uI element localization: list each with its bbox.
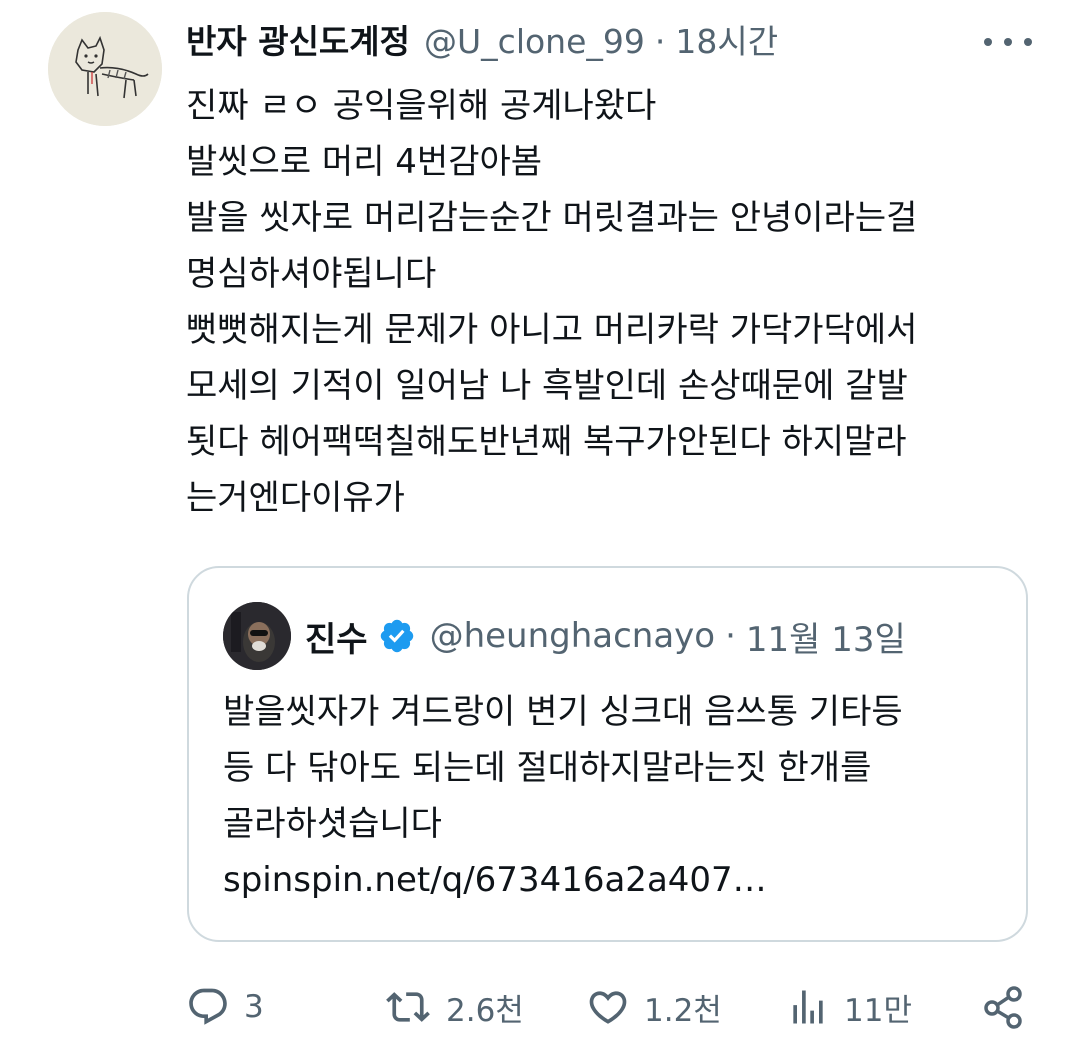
author-avatar[interactable] <box>48 12 162 126</box>
tweet-header: 반자 광신도계정 @U_clone_99 · 18시간 <box>186 14 778 70</box>
quoted-link[interactable]: spinspin.net/q/673416a2a407… <box>223 852 1013 908</box>
quoted-tweet-header: 진수 @heunghacnayo · 11월 13일 <box>305 608 906 664</box>
tweet-text-line: 진짜 ㄹㅇ 공익을위해 공계나왔다 <box>186 86 657 126</box>
quoted-tweet-timestamp[interactable]: 11월 13일 <box>746 612 906 661</box>
tweet-text-line: 발을 씻자로 머리감는순간 머릿결과는 안녕이라는걸 <box>186 198 918 238</box>
more-icon <box>984 38 992 46</box>
like-button[interactable]: 1.2천 <box>586 980 722 1034</box>
quoted-tweet[interactable]: 진수 @heunghacnayo · 11월 13일 발을씻자가 겨드랑이 변기… <box>187 566 1028 942</box>
share-icon <box>984 986 1022 1029</box>
quoted-text-line: 등 다 닦아도 되는데 절대하지말라는짓 한개를 <box>223 748 872 788</box>
heart-icon <box>589 991 627 1024</box>
profile-photo-icon <box>223 602 291 670</box>
quoted-tweet-text: 발을씻자가 겨드랑이 변기 싱크대 음쓰통 기타등 등 다 닦아도 되는데 절대… <box>223 684 1013 908</box>
tweet-text-line: 는거엔다이유가 <box>186 478 405 518</box>
tweet-timestamp[interactable]: 18시간 <box>675 14 778 70</box>
header-separator: · <box>654 22 666 61</box>
reply-button[interactable]: 3 <box>186 980 264 1034</box>
author-display-name[interactable]: 반자 광신도계정 <box>186 14 410 70</box>
quoted-text-line: 골라하셧습니다 <box>223 804 442 844</box>
view-count: 11만 <box>844 992 912 1029</box>
tweet: 반자 광신도계정 @U_clone_99 · 18시간 진짜 ㄹㅇ 공익을위해 … <box>0 0 1080 1051</box>
quoted-author-avatar[interactable] <box>223 602 291 670</box>
tweet-text-line: 됫다 헤어팩떡칠해도반년째 복구가안된다 하지말라 <box>186 422 907 462</box>
quoted-author-display-name[interactable]: 진수 <box>305 612 368 661</box>
tweet-text-line: 발씻으로 머리 4번감아봄 <box>186 142 543 182</box>
tweet-text: 진짜 ㄹㅇ 공익을위해 공계나왔다 발씻으로 머리 4번감아봄 발을 씻자로 머… <box>186 78 1046 526</box>
like-count: 1.2천 <box>644 992 722 1029</box>
tweet-text-line: 모세의 기적이 일어남 나 흑발인데 손상때문에 갈발 <box>186 366 908 406</box>
retweet-count: 2.6천 <box>446 992 524 1029</box>
views-icon <box>793 990 823 1024</box>
verified-badge-icon <box>380 619 413 653</box>
tweet-text-line: 명심하셔야됩니다 <box>186 254 437 294</box>
cat-drawing-icon <box>48 12 162 126</box>
retweet-button[interactable]: 2.6천 <box>384 980 524 1034</box>
share-button[interactable] <box>980 980 1028 1034</box>
quoted-header-separator: · <box>725 616 736 656</box>
quoted-author-handle[interactable]: @heunghacnayo <box>430 616 716 656</box>
tweet-actions: 3 2.6천 1.2천 11만 <box>186 980 1036 1034</box>
views-button[interactable]: 11만 <box>786 980 912 1034</box>
reply-count: 3 <box>244 989 264 1025</box>
more-options-button[interactable] <box>984 24 1032 60</box>
retweet-icon <box>386 992 430 1022</box>
reply-icon <box>189 988 227 1025</box>
tweet-text-line: 뻣뻣해지는게 문제가 아니고 머리카락 가닥가닥에서 <box>186 310 918 350</box>
quoted-text-line: 발을씻자가 겨드랑이 변기 싱크대 음쓰통 기타등 <box>223 692 903 732</box>
author-handle[interactable]: @U_clone_99 <box>424 14 645 70</box>
